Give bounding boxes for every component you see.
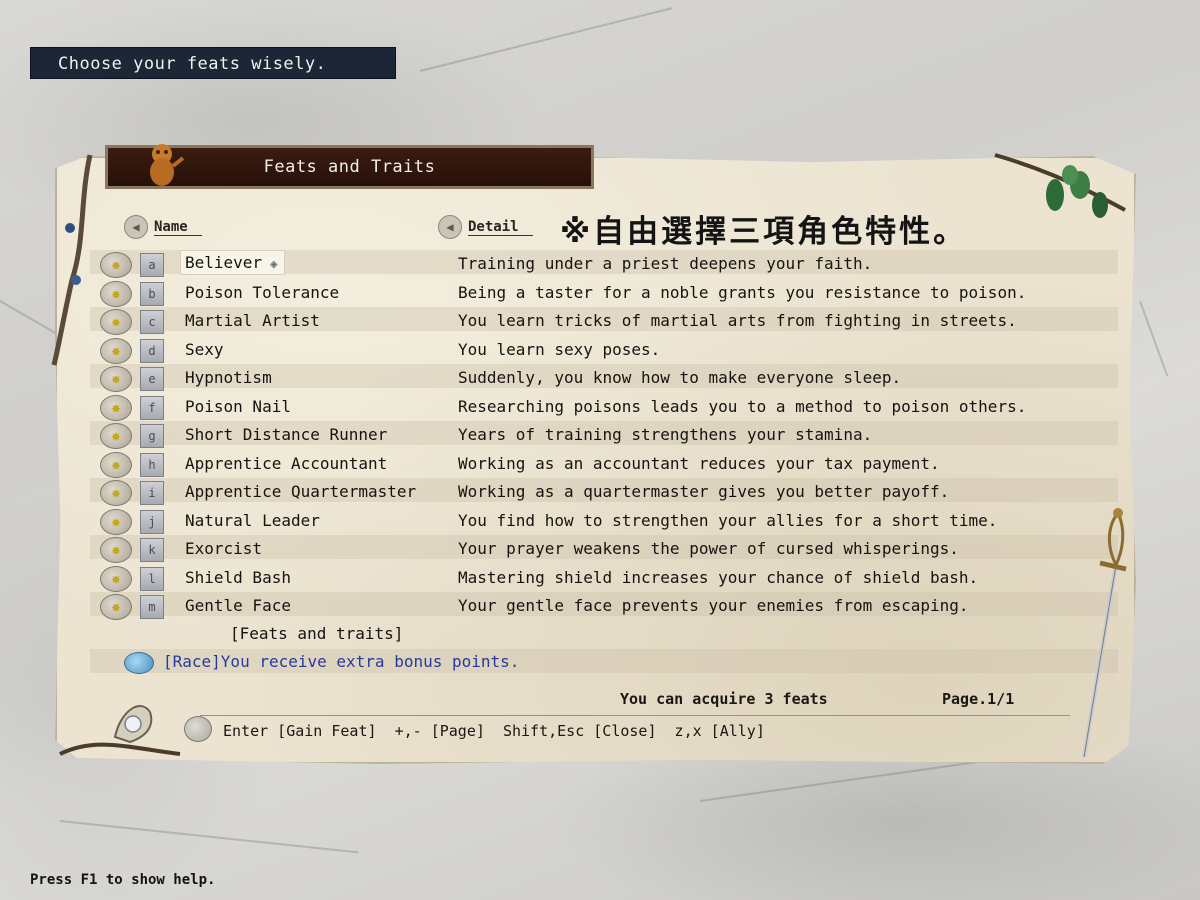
feat-description: You learn tricks of martial arts from fi… bbox=[458, 311, 1017, 330]
hint-banner: Choose your feats wisely. bbox=[30, 47, 396, 79]
column-label-detail: Detail bbox=[468, 219, 533, 236]
star-icon[interactable]: ✸ bbox=[100, 281, 132, 307]
feat-row[interactable]: ✸ f Poison Nail Researching poisons lead… bbox=[100, 395, 1100, 421]
race-bonus-icon bbox=[124, 652, 154, 674]
feat-category-icon: e bbox=[140, 367, 164, 391]
feat-name: Believer bbox=[180, 250, 285, 275]
keyboard-hint-icon bbox=[184, 716, 212, 742]
feat-row[interactable]: ✸ e Hypnotism Suddenly, you know how to … bbox=[100, 366, 1100, 392]
feat-category-icon: k bbox=[140, 538, 164, 562]
feat-category-icon: l bbox=[140, 567, 164, 591]
star-icon[interactable]: ✸ bbox=[100, 395, 132, 421]
feat-name: Hypnotism bbox=[185, 368, 272, 387]
feat-name: Apprentice Quartermaster bbox=[185, 482, 417, 501]
star-icon[interactable]: ✸ bbox=[100, 452, 132, 478]
feat-name: Shield Bash bbox=[185, 568, 291, 587]
feat-category-icon: m bbox=[140, 595, 164, 619]
feat-category-icon: a bbox=[140, 253, 164, 277]
feat-category-icon: i bbox=[140, 481, 164, 505]
feat-description: Researching poisons leads you to a metho… bbox=[458, 397, 1027, 416]
marble-vein bbox=[59, 820, 359, 854]
column-header-detail[interactable]: ◀ Detail bbox=[438, 214, 533, 240]
feat-description: Years of training strengthens your stami… bbox=[458, 425, 873, 444]
feat-category-icon: g bbox=[140, 424, 164, 448]
feat-description: Working as an accountant reduces your ta… bbox=[458, 454, 940, 473]
feat-category-icon: f bbox=[140, 396, 164, 420]
feat-name: Sexy bbox=[185, 340, 224, 359]
feat-row[interactable]: ✸ b Poison Tolerance Being a taster for … bbox=[100, 281, 1100, 307]
star-icon[interactable]: ✸ bbox=[100, 509, 132, 535]
feat-category-icon: j bbox=[140, 510, 164, 534]
help-hint: Press F1 to show help. bbox=[30, 872, 216, 888]
marble-vein bbox=[1139, 300, 1169, 377]
column-label-name: Name bbox=[154, 219, 202, 236]
feat-description: You find how to strengthen your allies f… bbox=[458, 511, 998, 530]
feat-description: Your gentle face prevents your enemies f… bbox=[458, 596, 969, 615]
feat-name: Martial Artist bbox=[185, 311, 320, 330]
feat-row[interactable]: ✸ i Apprentice Quartermaster Working as … bbox=[100, 480, 1100, 506]
feat-row[interactable]: ✸ m Gentle Face Your gentle face prevent… bbox=[100, 594, 1100, 620]
feat-name: Natural Leader bbox=[185, 511, 320, 530]
star-icon[interactable]: ✸ bbox=[100, 423, 132, 449]
feat-description: Mastering shield increases your chance o… bbox=[458, 568, 979, 587]
feat-name: Gentle Face bbox=[185, 596, 291, 615]
feat-name: Apprentice Accountant bbox=[185, 454, 388, 473]
leafy-branch-decoration bbox=[994, 153, 1126, 218]
monkey-icon bbox=[150, 144, 184, 186]
acquire-count: You can acquire 3 feats bbox=[620, 690, 828, 708]
star-icon[interactable]: ✸ bbox=[100, 366, 132, 392]
corner-branch-decoration bbox=[59, 705, 181, 756]
star-icon[interactable]: ✸ bbox=[100, 338, 132, 364]
star-icon[interactable]: ✸ bbox=[100, 309, 132, 335]
feat-description: You learn sexy poses. bbox=[458, 340, 661, 359]
feat-row[interactable]: ✸ l Shield Bash Mastering shield increas… bbox=[100, 566, 1100, 592]
feat-category-icon: c bbox=[140, 310, 164, 334]
key-hints: Enter [Gain Feat] +,- [Page] Shift,Esc [… bbox=[223, 722, 765, 740]
marble-vein bbox=[419, 7, 673, 72]
sort-icon: ◀ bbox=[124, 215, 148, 239]
feat-category-icon: d bbox=[140, 339, 164, 363]
feat-row[interactable]: ✸ g Short Distance Runner Years of train… bbox=[100, 423, 1100, 449]
branch-decoration-left bbox=[51, 154, 93, 366]
feat-description: Working as a quartermaster gives you bet… bbox=[458, 482, 950, 501]
feat-row[interactable]: ✸ a Believer Training under a priest dee… bbox=[100, 250, 1100, 278]
feat-category-icon: b bbox=[140, 282, 164, 306]
feat-description: Suddenly, you know how to make everyone … bbox=[458, 368, 902, 387]
star-icon[interactable]: ✸ bbox=[100, 566, 132, 592]
feat-row[interactable]: ✸ d Sexy You learn sexy poses. bbox=[100, 338, 1100, 364]
feat-name: Short Distance Runner bbox=[185, 425, 388, 444]
star-icon[interactable]: ✸ bbox=[100, 252, 132, 278]
divider bbox=[200, 715, 1070, 716]
annotation-text: ※自由選擇三項角色特性。 bbox=[560, 214, 968, 250]
feat-description: Training under a priest deepens your fai… bbox=[458, 254, 873, 273]
column-header-name[interactable]: ◀ Name bbox=[124, 214, 202, 240]
page-indicator: Page.1/1 bbox=[942, 690, 1015, 708]
star-icon[interactable]: ✸ bbox=[100, 537, 132, 563]
feat-description: Being a taster for a noble grants you re… bbox=[458, 283, 1027, 302]
feat-row[interactable]: ✸ k Exorcist Your prayer weakens the pow… bbox=[100, 537, 1100, 563]
star-icon[interactable]: ✸ bbox=[100, 594, 132, 620]
feat-category-icon: h bbox=[140, 453, 164, 477]
feat-name: Poison Nail bbox=[185, 397, 291, 416]
feat-row[interactable]: ✸ j Natural Leader You find how to stren… bbox=[100, 509, 1100, 535]
race-bonus-note: [Race]You receive extra bonus points. bbox=[163, 652, 520, 671]
star-icon[interactable]: ✸ bbox=[100, 480, 132, 506]
feat-row[interactable]: ✸ h Apprentice Accountant Working as an … bbox=[100, 452, 1100, 478]
feat-description: Your prayer weakens the power of cursed … bbox=[458, 539, 959, 558]
feat-name: Poison Tolerance bbox=[185, 283, 340, 302]
category-label: [Feats and traits] bbox=[230, 624, 404, 643]
sort-icon: ◀ bbox=[438, 215, 462, 239]
feat-row[interactable]: ✸ c Martial Artist You learn tricks of m… bbox=[100, 309, 1100, 335]
feat-name: Exorcist bbox=[185, 539, 263, 558]
